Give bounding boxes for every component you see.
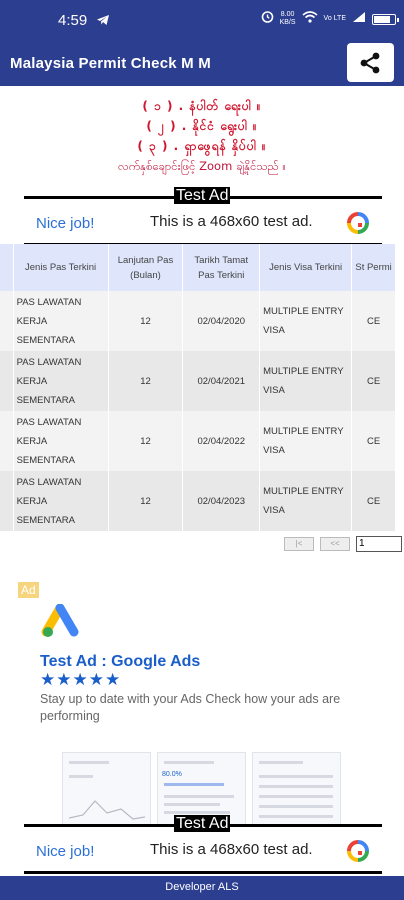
native-ad[interactable]: Ad Test Ad : Google Ads ★★★★★ Stay up to…: [0, 560, 404, 832]
screenshot-stat: 80.0%: [162, 771, 182, 778]
cell-expiry: 02/04/2020: [182, 291, 261, 351]
status-icons: 8.00 KB/S Vo LTE: [261, 10, 399, 28]
cell-pass-type: PAS LAWATAN KERJA SEMENTARA: [13, 411, 109, 471]
screenshot-bar: [164, 783, 224, 786]
screenshot-line: [69, 775, 93, 778]
prev-page-button[interactable]: <<: [320, 537, 350, 551]
instructions: ( ၁ ) . နံပါတ် ရေးပါ ။ ( ၂ ) . နိုင်ငံ ရ…: [0, 96, 404, 176]
status-time: 4:59: [58, 12, 88, 29]
google-admob-icon: [346, 211, 370, 240]
instruction-zoom-hint: လက်နှစ်ချောင်းဖြင့် Zoom ချဲ့နိုင်သည် ။: [118, 159, 286, 173]
table-row[interactable]: 4 PAS LAWATAN KERJA SEMENTARA 12 02/04/2…: [0, 291, 396, 351]
cell-index: 4: [0, 291, 14, 351]
wifi-icon: [302, 10, 318, 28]
network-type: Vo LTE: [323, 15, 346, 22]
cell-extension: 12: [108, 471, 184, 531]
ad-screenshot-3: [252, 752, 341, 832]
cell-permit-status: CE: [351, 411, 396, 471]
cell-permit-status: CE: [351, 291, 396, 351]
screen: 4:59 8.00 KB/S Vo LTE Malaysia Permit Ch…: [0, 0, 404, 900]
banner-message: This is a 468x60 test ad.: [150, 841, 313, 858]
cell-permit-status: CE: [351, 471, 396, 531]
banner-nice-job: Nice job!: [36, 215, 95, 232]
col-extension: Lanjutan Pas (Bulan): [108, 244, 184, 291]
banner-message: This is a 468x60 test ad.: [150, 213, 313, 230]
permit-table: Jenis Pas Terkini Lanjutan Pas (Bulan) T…: [0, 244, 396, 531]
ad-badge: Ad: [18, 582, 39, 598]
screenshot-line: [259, 761, 303, 764]
native-ad-title[interactable]: Test Ad : Google Ads: [40, 653, 200, 671]
permit-table-container[interactable]: Jenis Pas Terkini Lanjutan Pas (Bulan) T…: [0, 244, 404, 552]
screenshot-line: [164, 795, 234, 798]
instruction-line-1: ( ၁ ) . နံပါတ် ရေးပါ ။: [142, 99, 262, 113]
screenshot-line: [259, 775, 333, 778]
screenshot-line: [259, 795, 333, 798]
screenshot-line: [164, 803, 220, 806]
cell-extension: 12: [108, 291, 184, 351]
network-speed: 8.00 KB/S: [280, 11, 296, 27]
instruction-line-3: ( ၃ ) . ရှာဖွေရန် နှိပ်ပါ ။: [137, 139, 267, 153]
screenshot-line: [259, 785, 333, 788]
col-visa-type: Jenis Visa Terkini: [259, 244, 353, 291]
test-ad-tag: Test Ad: [174, 815, 231, 832]
table-row[interactable]: 3 PAS LAWATAN KERJA SEMENTARA 12 02/04/2…: [0, 351, 396, 411]
cell-expiry: 02/04/2021: [182, 351, 261, 411]
cell-visa-type: MULTIPLE ENTRY VISA: [259, 291, 353, 351]
chart-line-icon: [69, 800, 145, 820]
screenshot-line: [164, 811, 230, 814]
col-index: [0, 244, 14, 291]
first-page-button[interactable]: |<: [284, 537, 314, 551]
cell-expiry: 02/04/2022: [182, 411, 261, 471]
rating-stars: ★★★★★: [40, 670, 122, 689]
cell-index: 3: [0, 351, 14, 411]
test-ad-tag: Test Ad: [174, 187, 231, 204]
network-speed-value: 8.00: [280, 11, 295, 18]
app-bar: Malaysia Permit Check M M: [0, 40, 404, 86]
screenshot-line: [259, 805, 333, 808]
cell-pass-type: PAS LAWATAN KERJA SEMENTARA: [13, 291, 109, 351]
col-permit-status: St Permi: [351, 244, 396, 291]
alarm-icon: [261, 10, 274, 28]
share-icon: [360, 52, 380, 74]
cell-pass-type: PAS LAWATAN KERJA SEMENTARA: [13, 471, 109, 531]
banner-ad-top[interactable]: Test Ad Nice job! This is a 468x60 test …: [24, 187, 382, 246]
cell-pass-type: PAS LAWATAN KERJA SEMENTARA: [13, 351, 109, 411]
screenshot-line: [164, 761, 214, 764]
cell-visa-type: MULTIPLE ENTRY VISA: [259, 411, 353, 471]
developer-footer: Developer ALS: [0, 876, 404, 900]
cell-visa-type: MULTIPLE ENTRY VISA: [259, 351, 353, 411]
app-title: Malaysia Permit Check M M: [10, 55, 211, 72]
cell-expiry: 02/04/2023: [182, 471, 261, 531]
col-expiry: Tarikh Tamat Pas Terkini: [182, 244, 261, 291]
telegram-icon: [96, 13, 110, 31]
share-button[interactable]: [347, 43, 394, 82]
network-speed-unit: KB/S: [279, 19, 296, 26]
banner-nice-job: Nice job!: [36, 843, 95, 860]
col-pass-type: Jenis Pas Terkini: [13, 244, 109, 291]
cell-extension: 12: [108, 411, 184, 471]
page-number-input[interactable]: 1: [356, 536, 402, 552]
status-bar: 4:59 8.00 KB/S Vo LTE: [0, 0, 404, 40]
instruction-line-2: ( ၂ ) . နိုင်ငံ ရွေးပါ ။: [146, 119, 258, 133]
cell-visa-type: MULTIPLE ENTRY VISA: [259, 471, 353, 531]
google-admob-icon: [346, 839, 370, 868]
table-row[interactable]: 2 PAS LAWATAN KERJA SEMENTARA 12 02/04/2…: [0, 411, 396, 471]
google-ads-logo-icon: [40, 603, 80, 645]
table-header-row: Jenis Pas Terkini Lanjutan Pas (Bulan) T…: [0, 244, 396, 291]
battery-icon: [372, 13, 399, 25]
ad-screenshot-1: [62, 752, 151, 832]
battery-fill: [374, 15, 391, 23]
banner-ad-bottom[interactable]: Test Ad Nice job! This is a 468x60 test …: [24, 815, 382, 874]
signal-icon: [352, 10, 366, 28]
table-pager: |< << 1: [284, 536, 402, 552]
cell-extension: 12: [108, 351, 184, 411]
cell-index: 2: [0, 411, 14, 471]
cell-index: 2: [0, 471, 14, 531]
native-ad-body: Stay up to date with your Ads Check how …: [40, 692, 341, 723]
screenshot-line: [69, 761, 109, 764]
cell-permit-status: CE: [351, 351, 396, 411]
screenshot-line: [259, 815, 333, 818]
table-row[interactable]: 2 PAS LAWATAN KERJA SEMENTARA 12 02/04/2…: [0, 471, 396, 531]
